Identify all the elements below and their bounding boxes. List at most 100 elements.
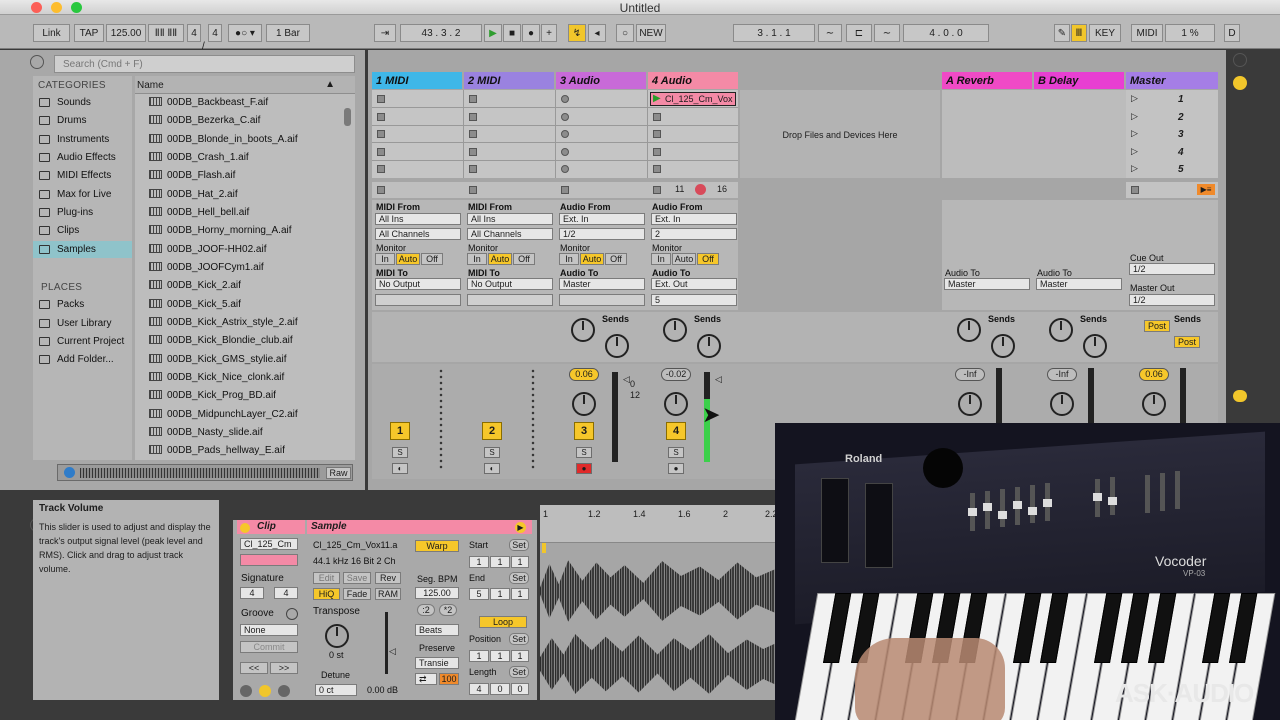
monitor-in-button[interactable]: In [375, 253, 395, 265]
key-map-icon[interactable]: Ⅲ [1071, 24, 1087, 42]
record-icon[interactable]: ● [522, 24, 540, 42]
envelope-box-icon[interactable] [278, 685, 290, 697]
crossfader-icon[interactable]: ▶≡ [1197, 184, 1215, 195]
back-to-arrangement-icon[interactable]: ◂ [588, 24, 606, 42]
send-a-knob[interactable] [957, 318, 981, 342]
double-tempo-button[interactable]: *2 [439, 604, 457, 616]
play-icon[interactable]: ▶ [484, 24, 502, 42]
clip-slot-stop-icon[interactable] [469, 95, 477, 103]
send-b-knob[interactable] [605, 334, 629, 358]
track-header-1[interactable]: 1 MIDI [372, 72, 462, 89]
input-channel-select[interactable]: 1/2 [559, 228, 645, 240]
clip-slot-stop-icon[interactable] [653, 165, 661, 173]
return-volume-field[interactable]: -Inf [955, 368, 985, 381]
arm-icon[interactable]: ◐ [484, 463, 500, 474]
save-button[interactable]: Save [343, 572, 371, 584]
output-type-select[interactable]: Master [559, 278, 645, 290]
clip-slot-stop-icon[interactable] [377, 113, 385, 121]
input-type-select[interactable]: Ext. In [559, 213, 645, 225]
ram-button[interactable]: RAM [375, 588, 401, 600]
tempo-field[interactable]: 125.00 [106, 24, 146, 42]
loop-start-field[interactable]: 3 . 1 . 1 [733, 24, 815, 42]
monitor-auto-button[interactable]: Auto [488, 253, 512, 265]
list-item[interactable]: 00DB_Backbeast_F.aif [149, 94, 268, 112]
return-header-a[interactable]: A Reverb [942, 72, 1032, 89]
solo-button[interactable]: S [668, 447, 684, 458]
monitor-auto-button[interactable]: Auto [672, 253, 696, 265]
send-a-post-button[interactable]: Post [1144, 320, 1170, 332]
next-clip-button[interactable]: >> [270, 662, 298, 674]
pan-knob[interactable] [1142, 392, 1166, 416]
name-column-header[interactable]: Name ▲ [135, 76, 355, 94]
transpose-knob[interactable] [325, 624, 349, 648]
output-type-select[interactable]: No Output [375, 278, 461, 290]
song-position-field[interactable]: 43 . 3 . 2 [400, 24, 482, 42]
track-header-4[interactable]: 4 Audio [648, 72, 738, 89]
track-activator-button[interactable]: 3 [574, 422, 594, 440]
category-drums[interactable]: Drums [33, 112, 132, 129]
input-type-select[interactable]: All Ins [467, 213, 553, 225]
output-type-select[interactable]: No Output [467, 278, 553, 290]
loop-button[interactable]: Loop [479, 616, 527, 628]
list-item[interactable]: 00DB_Bezerka_C.aif [149, 112, 260, 130]
preview-icon[interactable] [64, 467, 75, 478]
clip-slot-record-icon[interactable] [561, 95, 569, 103]
overdub-icon[interactable]: + [541, 24, 557, 42]
place-add-folder[interactable]: Add Folder... [33, 351, 132, 368]
pan-knob[interactable] [958, 392, 982, 416]
fade-button[interactable]: Fade [343, 588, 371, 600]
category-max-for-live[interactable]: Max for Live [33, 186, 132, 203]
session-view-icon[interactable] [1233, 76, 1247, 90]
track-volume-field[interactable]: -0.02 [661, 368, 691, 381]
send-b-knob[interactable] [1083, 334, 1107, 358]
clip-activator-icon[interactable] [240, 523, 250, 533]
halve-tempo-button[interactable]: :2 [417, 604, 435, 616]
loop-length-field[interactable]: 4 . 0 . 0 [903, 24, 989, 42]
detune-field[interactable]: 0 ct [315, 684, 357, 696]
automation-arm-icon[interactable]: ↯ [568, 24, 586, 42]
send-b-knob[interactable] [991, 334, 1015, 358]
start-bar-field[interactable]: 1 [469, 556, 489, 568]
edit-button[interactable]: Edit [313, 572, 340, 584]
input-channel-select[interactable]: All Channels [375, 228, 461, 240]
drop-zone[interactable]: Drop Files and Devices Here [740, 90, 940, 178]
file-list-scrollbar[interactable] [344, 108, 351, 126]
output-channel-select[interactable] [467, 294, 553, 306]
io-toggle-icon[interactable] [1233, 390, 1247, 402]
place-packs[interactable]: Packs [33, 296, 132, 313]
arm-record-icon[interactable]: ● [576, 463, 592, 474]
track-activator-button[interactable]: 2 [482, 422, 502, 440]
scene-launch-icon[interactable]: ▷ [1131, 163, 1138, 174]
list-item[interactable]: 00DB_Pads_hellway_E.aif [149, 442, 285, 460]
list-item[interactable]: 00DB_Kick_Nice_clonk.aif [149, 369, 284, 387]
list-item[interactable]: 00DB_Crash_1.aif [149, 149, 249, 167]
clip-slot-stop-icon[interactable] [469, 113, 477, 121]
send-a-knob[interactable] [571, 318, 595, 342]
commit-button[interactable]: Commit [240, 641, 298, 653]
clip-slot-stop-icon[interactable] [377, 130, 385, 138]
start-beat-field[interactable]: 1 [490, 556, 510, 568]
clip-color-select[interactable] [240, 554, 298, 566]
warp-button[interactable]: Warp [415, 540, 459, 552]
category-instruments[interactable]: Instruments [33, 131, 132, 148]
send-a-knob[interactable] [663, 318, 687, 342]
list-item[interactable]: 00DB_MidpunchLayer_C2.aif [149, 406, 298, 424]
category-plug-ins[interactable]: Plug-ins [33, 204, 132, 221]
position-set-button[interactable]: Set [509, 633, 529, 645]
scene-launch-icon[interactable]: ▷ [1131, 93, 1138, 104]
signature-numerator[interactable]: 4 [187, 24, 201, 42]
monitor-off-button[interactable]: Off [697, 253, 719, 265]
clip-slot-record-icon[interactable] [561, 130, 569, 138]
list-item[interactable]: 00DB_Hat_2.aif [149, 186, 238, 204]
output-type-select[interactable]: Ext. Out [651, 278, 737, 290]
groove-pool-icon[interactable] [286, 608, 298, 620]
length-beat-field[interactable]: 0 [490, 683, 510, 695]
solo-button[interactable]: S [392, 447, 408, 458]
raw-button[interactable]: Raw [326, 467, 351, 479]
list-item[interactable]: 00DB_Kick_Blondie_club.aif [149, 332, 293, 350]
link-button[interactable]: Link [33, 24, 70, 42]
monitor-off-button[interactable]: Off [513, 253, 535, 265]
monitor-off-button[interactable]: Off [421, 253, 443, 265]
pan-knob[interactable] [572, 392, 596, 416]
input-channel-select[interactable]: 2 [651, 228, 737, 240]
